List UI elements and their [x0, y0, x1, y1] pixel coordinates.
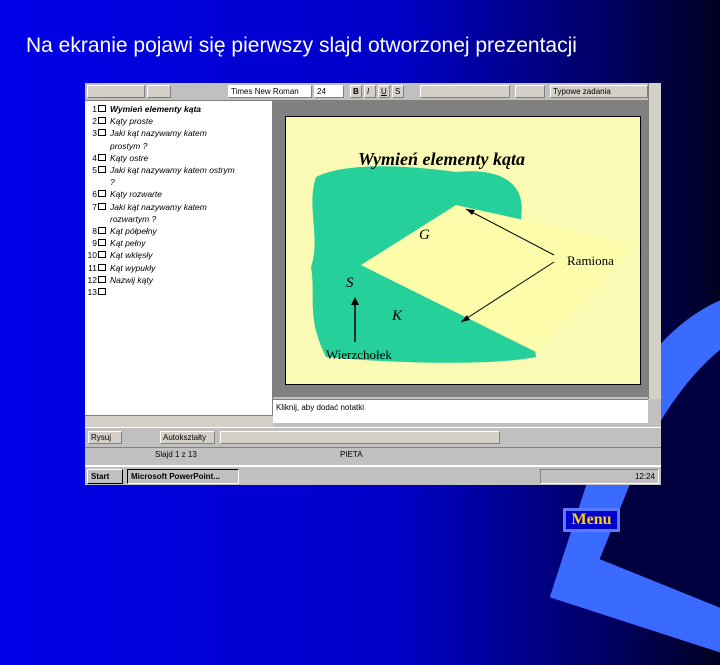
- outline-item[interactable]: 7 Jaki kąt nazywamy katem: [85, 202, 270, 213]
- label-s: S: [346, 275, 354, 291]
- outline-item[interactable]: 11 Kąt wypukły: [85, 263, 270, 274]
- outline-item-text: Nazwij kąty: [110, 274, 153, 285]
- outline-item-number: 11: [88, 262, 97, 273]
- preview-heading: Wymień elementy kąta: [358, 149, 525, 169]
- outline-item-number: 12: [87, 274, 97, 285]
- italic-button[interactable]: I: [364, 85, 376, 98]
- slide-icon: [98, 288, 106, 295]
- slide-icon: [98, 166, 106, 173]
- status-bar: Slajd 1 z 13 PIETA: [85, 447, 661, 462]
- outline-item[interactable]: rozwartym ?: [85, 214, 270, 225]
- outline-item-number: 6: [92, 189, 97, 200]
- menu-button[interactable]: Menu: [563, 508, 620, 532]
- slide-icon: [98, 105, 106, 112]
- label-k: K: [391, 308, 403, 324]
- toolbar-buttons-left[interactable]: [87, 85, 145, 98]
- outline-item-number: 13: [87, 287, 97, 297]
- slide-icon: [98, 263, 106, 271]
- outline-item[interactable]: 4 Kąty ostre: [85, 153, 270, 164]
- outline-item-text: Kąt wklęsły: [110, 250, 153, 261]
- powerpoint-task-button[interactable]: Microsoft PowerPoint...: [127, 469, 239, 484]
- formatting-toolbar: Times New Roman 24 B I U S Typowe zadani…: [85, 83, 661, 101]
- outline-item-text: Kąt wypukły: [110, 262, 156, 273]
- powerpoint-screenshot: Times New Roman 24 B I U S Typowe zadani…: [85, 83, 661, 485]
- common-tasks-button[interactable]: Typowe zadania: [550, 85, 648, 98]
- outline-item-text: Kąt półpełny: [110, 226, 157, 236]
- outline-item-text: prostym ?: [110, 140, 148, 151]
- slide-icon: [98, 129, 106, 137]
- outline-item[interactable]: prostym ?: [85, 141, 270, 152]
- autoshapes-button[interactable]: Autokształty: [160, 431, 215, 444]
- outline-item[interactable]: 2 Kąty proste: [85, 116, 270, 127]
- outline-pane[interactable]: 1 Wymień elementy kąta 2 Kąty proste 3 Jaki k…: [85, 101, 273, 415]
- outline-item-number: 5: [92, 165, 97, 175]
- outline-item-number: 4: [92, 152, 97, 163]
- font-size-select[interactable]: 24: [314, 85, 344, 98]
- label-wierzcholek: Wierzchołek: [326, 347, 392, 362]
- label-g: G: [419, 227, 430, 243]
- drawing-tools[interactable]: [220, 431, 500, 444]
- outline-item-number: 10: [87, 250, 97, 261]
- outline-item-number: 2: [92, 116, 97, 127]
- draw-menu-button[interactable]: Rysuj: [88, 431, 122, 444]
- design-name: PIETA: [340, 450, 363, 459]
- outline-item[interactable]: 3 Jaki kąt nazywamy katem: [85, 128, 270, 139]
- outline-item-text: rozwartym ?: [110, 213, 157, 224]
- font-select[interactable]: Times New Roman: [228, 85, 312, 98]
- shadow-button[interactable]: S: [392, 85, 404, 98]
- slide-icon: [98, 275, 106, 283]
- notes-pane[interactable]: Kliknij, aby dodać notatki: [273, 399, 648, 423]
- slide-icon: [98, 190, 106, 198]
- outline-item[interactable]: 5 Jaki kąt nazywamy katem ostrym: [85, 165, 270, 176]
- drawing-toolbar: Rysuj Autokształty: [85, 427, 661, 448]
- slide-preview-graphic: Wymień elementy kąta G S K Ramiona Wierz…: [311, 149, 636, 363]
- outline-item-number: 3: [92, 128, 97, 139]
- outline-item[interactable]: 1 Wymień elementy kąta: [85, 104, 270, 115]
- outline-item-number: 8: [92, 226, 97, 236]
- slide-icon: [98, 227, 106, 234]
- slide-icon: [98, 117, 106, 125]
- animation-buttons[interactable]: [515, 85, 545, 98]
- outline-item-number: 9: [92, 238, 97, 249]
- outline-item[interactable]: 10 Kąt wklęsły: [85, 250, 270, 261]
- page-title: Na ekranie pojawi się pierwszy slajd otw…: [26, 34, 577, 57]
- label-ramiona: Ramiona: [567, 253, 614, 268]
- slide-icon: [98, 202, 106, 210]
- outline-item-text: Wymień elementy kąta: [110, 104, 202, 114]
- outline-item-text: Jaki kąt nazywamy katem ostrym: [110, 165, 235, 175]
- slide-icon: [98, 239, 106, 247]
- outline-item[interactable]: 9 Kąt pełny: [85, 238, 270, 249]
- underline-button[interactable]: U: [378, 85, 390, 98]
- outline-item-text: ?: [110, 177, 115, 188]
- outline-item[interactable]: 6 Kąty rozwarte: [85, 189, 270, 200]
- toolbar-buttons-mid[interactable]: [147, 85, 171, 98]
- slide-icon: [98, 153, 106, 161]
- vertical-scrollbar[interactable]: [648, 83, 661, 399]
- bold-button[interactable]: B: [350, 85, 362, 98]
- slide-counter: Slajd 1 z 13: [155, 450, 197, 459]
- outline-item[interactable]: 12 Nazwij kąty: [85, 275, 270, 286]
- outline-item-text: Jaki kąt nazywamy katem: [110, 201, 207, 212]
- outline-item-text: Kąt pełny: [110, 238, 146, 249]
- outline-item[interactable]: ?: [85, 177, 270, 188]
- outline-item-text: Kąty proste: [110, 116, 153, 127]
- system-tray-clock: 12:24: [540, 469, 659, 484]
- align-buttons[interactable]: [420, 85, 510, 98]
- outline-item-text: Jaki kąt nazywamy katem: [110, 128, 207, 139]
- windows-taskbar: Start Microsoft PowerPoint... 12:24: [85, 465, 661, 485]
- outline-item-text: Kąty ostre: [110, 152, 149, 163]
- outline-item-number: 7: [92, 201, 97, 212]
- outline-item[interactable]: 13: [85, 287, 270, 298]
- outline-item[interactable]: 8 Kąt półpełny: [85, 226, 270, 237]
- outline-item-text: Kąty rozwarte: [110, 189, 162, 200]
- slide-pane: Wymień elementy kąta G S K Ramiona Wierz…: [273, 101, 648, 397]
- outline-item-number: 1: [92, 104, 97, 114]
- slide-preview[interactable]: Wymień elementy kąta G S K Ramiona Wierz…: [285, 116, 641, 385]
- slide-icon: [98, 251, 106, 259]
- start-button[interactable]: Start: [87, 469, 123, 484]
